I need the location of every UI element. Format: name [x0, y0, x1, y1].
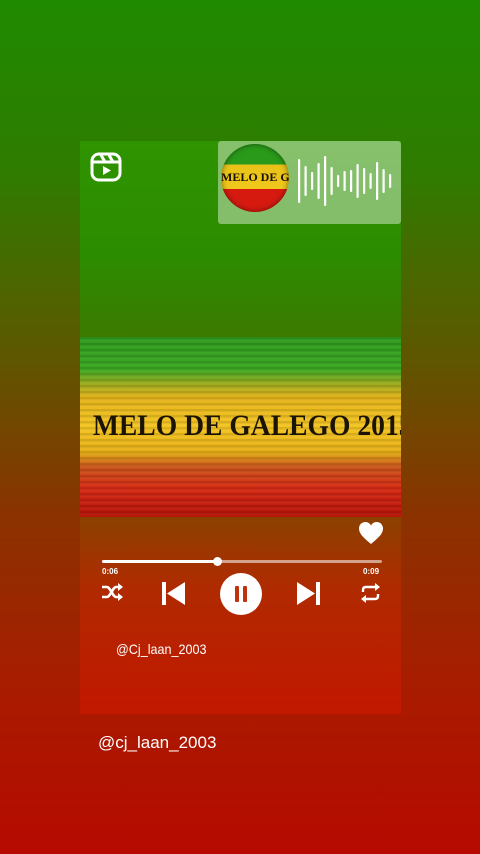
waveform-bar [304, 166, 307, 196]
waveform-icon [298, 156, 392, 206]
pause-button[interactable] [220, 573, 262, 615]
next-icon[interactable] [296, 581, 321, 606]
watermark-handle: @Cj_laan_2003 [116, 641, 207, 657]
reels-icon[interactable] [90, 151, 122, 183]
waveform-bar [369, 173, 372, 189]
cover-title: MELO DE GALEGO 2015 [92, 409, 401, 442]
album-disc: MELO DE GALEGO [221, 144, 289, 212]
waveform-bar [376, 162, 379, 200]
total-time: 0:09 [363, 567, 380, 576]
waveform-bar [389, 174, 392, 188]
waveform-bar [317, 163, 320, 199]
elapsed-time: 0:06 [102, 567, 119, 576]
repeat-icon[interactable] [359, 582, 382, 604]
waveform-bar [350, 170, 353, 192]
waveform-bar [298, 159, 301, 203]
waveform-bar [330, 167, 333, 195]
heart-icon[interactable] [358, 521, 384, 545]
shuffle-icon[interactable] [101, 582, 124, 602]
progress-fill [102, 560, 217, 563]
waveform-bar [363, 168, 366, 194]
waveform-bar [356, 164, 359, 198]
waveform-bar [343, 171, 346, 191]
disc-label: MELO DE GALEGO [221, 170, 289, 184]
waveform-bar [382, 169, 385, 193]
mini-player[interactable]: MELO DE GALEGO [218, 141, 401, 224]
progress-knob[interactable] [212, 557, 222, 566]
waveform-bar [311, 172, 314, 190]
author-handle[interactable]: @cj_laan_2003 [98, 733, 216, 753]
previous-icon[interactable] [161, 581, 186, 606]
progress-bar[interactable] [102, 557, 382, 566]
music-card: MELO DE GALEGO 2015 0:06 0:09 @Cj_laan_2… [80, 141, 401, 714]
waveform-bar [324, 156, 327, 206]
pause-icon [235, 586, 247, 602]
album-cover: MELO DE GALEGO 2015 [80, 337, 401, 517]
waveform-bar [337, 175, 340, 187]
